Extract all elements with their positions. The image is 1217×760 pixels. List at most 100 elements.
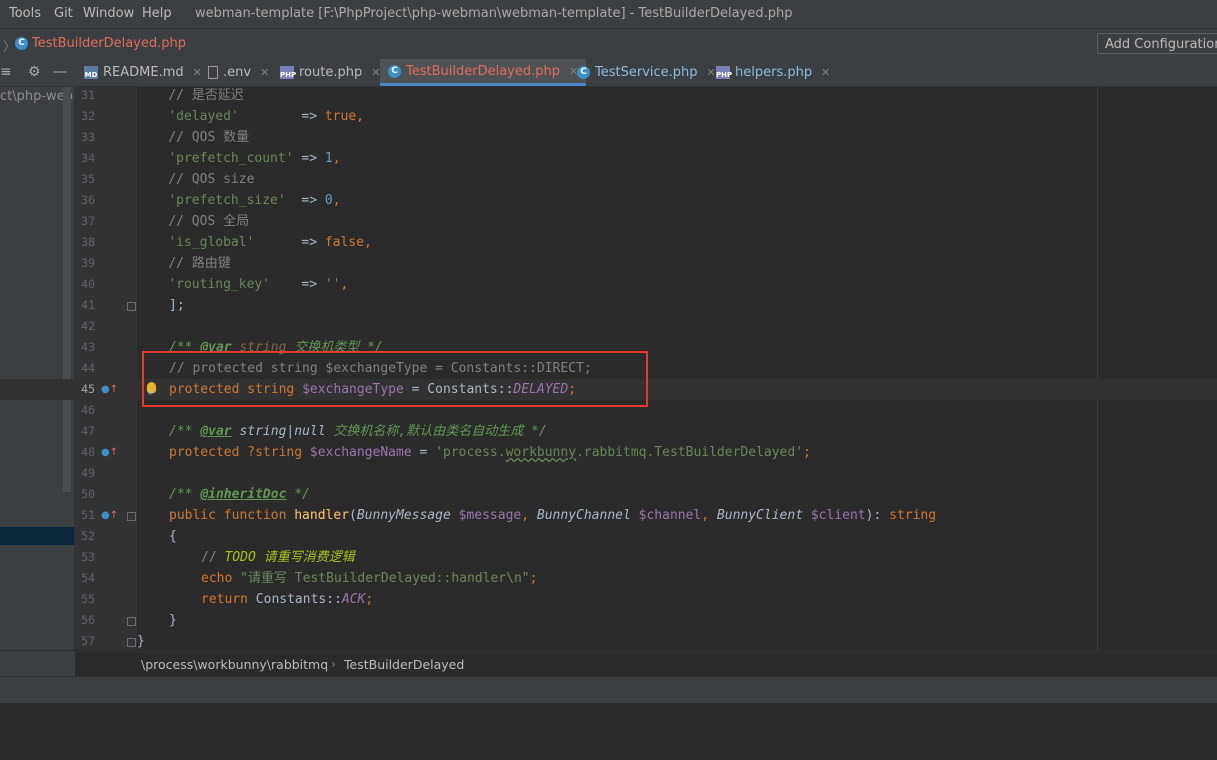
line-number: 50 [81,487,95,501]
code-line: 31 // 是否延迟 [0,85,1217,106]
code-line: 40 'routing_key' => '', [0,274,1217,295]
line-number: 37 [81,214,95,228]
line-number: 56 [81,613,95,627]
gear-icon[interactable]: ⚙ [28,64,41,80]
tab-label: helpers.php [735,65,813,80]
menu-help[interactable]: Help [142,6,172,21]
markdown-file-icon: MD [84,66,98,79]
code-text: { [169,529,177,544]
project-toolbar: ≡ ⚙ — [0,59,76,86]
code-text: // QOS 全局 [168,214,250,229]
code-text: // QOS size [168,172,255,187]
code-line: 34 'prefetch_count' => 1, [0,148,1217,169]
code-text: protected ?string $exchangeName = 'proce… [169,445,811,460]
line-number: 32 [81,109,95,123]
code-line: 36 'prefetch_size' => 0, [0,190,1217,211]
close-icon[interactable]: ✕ [821,66,830,79]
override-marker-icon[interactable]: ●↑ [101,379,118,400]
code-text: 'prefetch_size' => 0, [168,193,341,208]
breadcrumb-namespace[interactable]: \process\workbunny\rabbitmq [141,657,328,672]
tab-test-builder-delayed[interactable]: C TestBuilderDelayed.php ✕ [380,59,587,86]
code-line: 32 'delayed' => true, [0,106,1217,127]
line-number: 44 [81,361,95,375]
nav-file-name: TestBuilderDelayed.php [32,36,186,51]
tab-label: README.md [103,65,184,80]
close-icon[interactable]: ✕ [707,66,716,79]
php-file-icon: PHP [716,66,732,79]
code-text: /** @var string|null 交换机名称,默认由类名自动生成 */ [169,424,547,439]
tab-helpers[interactable]: PHP helpers.php ✕ [716,59,830,86]
code-text: public function handler(BunnyMessage $me… [169,508,937,523]
navigation-bar: 〉 C TestBuilderDelayed.php Add Configura… [0,28,1217,60]
code-line: 41]; [0,295,1217,316]
breadcrumb-separator-icon: › [331,656,336,671]
code-text: ]; [169,298,185,313]
add-configuration-button[interactable]: Add Configuration... [1097,33,1217,54]
code-line: 33 // QOS 数量 [0,127,1217,148]
php-class-icon: C [15,37,28,50]
code-line: 39 // 路由键 [0,253,1217,274]
fold-marker-icon[interactable] [127,302,136,311]
php-file-icon: PHP [280,66,296,79]
menu-window[interactable]: Window [83,6,134,21]
fold-marker-icon[interactable] [127,617,136,626]
line-number: 38 [81,235,95,249]
highlight-box [142,351,648,407]
line-number: 53 [81,550,95,564]
line-number: 39 [81,256,95,270]
menu-tools[interactable]: Tools [9,6,41,21]
line-number: 47 [81,424,95,438]
code-line: 47 /** @var string|null 交换机名称,默认由类名自动生成 *… [0,421,1217,442]
line-number: 43 [81,340,95,354]
code-line: 55 return Constants::ACK; [0,589,1217,610]
line-number: 49 [81,466,95,480]
code-text: // 是否延迟 [168,88,244,103]
line-number: 57 [81,634,95,648]
line-number: 52 [81,529,95,543]
code-text: echo "请重写 TestBuilderDelayed::handler\n"… [201,571,538,586]
tab-label: TestService.php [595,65,698,80]
code-text: // QOS 数量 [168,130,250,145]
code-text: 'delayed' => true, [168,109,364,124]
line-number: 55 [81,592,95,606]
code-text: /** @inheritDoc */ [169,487,310,502]
code-line: 50 /** @inheritDoc */ [0,484,1217,505]
tab-route[interactable]: PHP route.php ✕ [280,59,380,86]
nav-current-file[interactable]: C TestBuilderDelayed.php [15,36,186,51]
tab-label: TestBuilderDelayed.php [406,63,560,79]
editor-tab-bar: ≡ ⚙ — MD README.md ✕ .env ✕ PHP route.ph… [0,59,1217,87]
code-line: 48 ●↑ protected ?string $exchangeName = 'p… [0,442,1217,463]
breadcrumb-class[interactable]: TestBuilderDelayed [344,657,464,672]
fold-marker-icon[interactable] [127,512,136,521]
close-icon[interactable]: ✕ [260,66,269,79]
line-number: 48 [81,445,95,459]
menu-git[interactable]: Git [54,6,73,21]
code-line: 54 echo "请重写 TestBuilderDelayed::handler\… [0,568,1217,589]
line-number: 31 [81,88,95,102]
code-line: 57} [0,631,1217,652]
code-line: 37 // QOS 全局 [0,211,1217,232]
override-marker-icon[interactable]: ●↑ [101,505,118,526]
env-file-icon [208,66,218,79]
tab-label: .env [223,65,252,80]
line-number: 45 [81,382,95,396]
line-number: 36 [81,193,95,207]
status-bar [0,676,1217,703]
php-class-icon: C [388,64,401,78]
collapse-all-icon[interactable]: ≡ [0,64,12,80]
override-marker-icon[interactable]: ●↑ [101,442,118,463]
tab-test-service[interactable]: C TestService.php ✕ [577,59,716,86]
code-line: 38 'is_global' => false, [0,232,1217,253]
code-text: } [169,613,177,628]
fold-marker-icon[interactable] [127,638,136,647]
tab-readme[interactable]: MD README.md ✕ [84,59,202,86]
code-text: 'is_global' => false, [168,235,372,250]
php-class-icon: C [577,66,590,79]
code-line: 42 [0,316,1217,337]
tab-env[interactable]: .env ✕ [208,59,269,86]
close-icon[interactable]: ✕ [193,66,202,79]
menu-bar: Tools Git Window Help webman-template [F… [0,0,1217,28]
breadcrumb: \process\workbunny\rabbitmq › TestBuilde… [75,651,1217,677]
minimize-icon[interactable]: — [53,64,67,80]
code-text: } [137,634,145,649]
